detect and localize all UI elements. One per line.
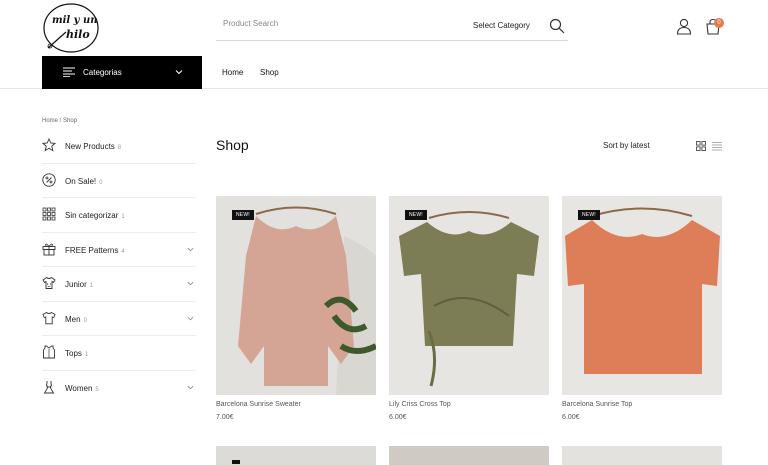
sidebar-item-label: Men xyxy=(65,314,81,324)
sidebar-item-new-products[interactable]: New Products 8 xyxy=(42,129,196,164)
orange-top-image xyxy=(562,196,722,395)
chevron-down-icon[interactable] xyxy=(187,384,194,391)
page-title: Shop xyxy=(216,137,249,153)
sidebar-item-on-sale[interactable]: On Sale! 0 xyxy=(42,164,196,198)
list-view-icon[interactable] xyxy=(712,141,722,151)
nav-link-home[interactable]: Home xyxy=(222,68,243,77)
product-card[interactable] xyxy=(389,446,549,465)
grid-squares-icon xyxy=(42,207,56,221)
star-icon xyxy=(42,138,56,152)
product-card[interactable]: NEW! Barcelona Sunrise Top 6.00€ xyxy=(562,196,722,421)
chevron-down-icon[interactable] xyxy=(187,280,194,287)
product-price: 6.00€ xyxy=(562,414,580,421)
sidebar-item-label: FREE Patterns xyxy=(65,245,119,255)
categories-menu-button[interactable]: Categorias xyxy=(42,56,202,89)
sidebar-item-men[interactable]: Men 0 xyxy=(42,302,196,336)
sidebar-item-label: Women xyxy=(65,383,93,393)
grid-view-icon[interactable] xyxy=(696,141,706,151)
sidebar-item-count: 0 xyxy=(99,179,103,186)
sidebar-item-junior[interactable]: Junior 1 xyxy=(42,267,196,302)
breadcrumb-current: Shop xyxy=(63,118,78,124)
sidebar-item-label: Sin categorizar xyxy=(65,211,119,220)
sidebar-item-count: 0 xyxy=(83,317,87,324)
site-logo[interactable]: mil y un hilo xyxy=(42,2,100,54)
product-card[interactable] xyxy=(562,446,722,465)
new-badge: NEW! xyxy=(578,210,600,220)
cart-count-badge: 0 xyxy=(714,18,724,28)
gift-icon xyxy=(42,243,56,255)
new-badge-partial xyxy=(232,460,240,464)
sidebar-item-label: Junior xyxy=(65,280,87,289)
new-badge: NEW! xyxy=(232,210,254,220)
sidebar-item-count: 1 xyxy=(89,283,94,289)
search-bar: Select Category xyxy=(216,13,568,41)
sidebar-item-label: Tops xyxy=(65,349,82,358)
user-account-icon[interactable] xyxy=(676,18,692,35)
sidebar-item-count: 4 xyxy=(121,248,125,255)
product-image[interactable]: NEW! xyxy=(562,196,722,395)
chevron-down-icon xyxy=(175,70,183,75)
main-navigation: Categorias Home Shop xyxy=(0,56,768,89)
select-category-dropdown[interactable]: Select Category xyxy=(473,21,530,30)
product-price: 7.00€ xyxy=(216,414,234,421)
sidebar-item-count: 5 xyxy=(95,386,99,393)
search-icon[interactable] xyxy=(549,18,565,34)
wrap-top-image xyxy=(389,196,549,395)
header: mil y un hilo Select Category 0 xyxy=(0,0,768,56)
product-card[interactable] xyxy=(216,446,376,465)
breadcrumb-home-link[interactable]: Home xyxy=(42,118,58,124)
search-input[interactable] xyxy=(223,19,453,28)
svg-text:mil y un: mil y un xyxy=(52,15,98,26)
product-card[interactable]: NEW! Barcelona Sunrise Sweater 7.00€ xyxy=(216,196,376,421)
product-name[interactable]: Barcelona Sunrise Top xyxy=(562,401,632,408)
sidebar-item-tops[interactable]: Tops 1 xyxy=(42,336,196,371)
sidebar-item-count: 1 xyxy=(84,352,89,358)
sidebar-item-women[interactable]: Women 5 xyxy=(42,371,196,406)
product-image[interactable]: NEW! xyxy=(389,196,549,395)
chevron-down-icon[interactable] xyxy=(187,315,194,322)
menu-lines-icon xyxy=(63,67,75,77)
svg-text:hilo: hilo xyxy=(66,28,90,41)
nav-link-shop[interactable]: Shop xyxy=(260,68,279,77)
sort-dropdown[interactable]: Sort by latest xyxy=(603,141,650,150)
tshirt-icon xyxy=(42,311,56,324)
sweater-image xyxy=(216,196,376,395)
product-name[interactable]: Lily Criss Cross Top xyxy=(389,401,451,408)
new-badge: NEW! xyxy=(405,210,427,220)
product-card[interactable]: NEW! Lily Criss Cross Top 6.00€ xyxy=(389,196,549,421)
categories-label: Categorias xyxy=(83,68,122,77)
percent-icon xyxy=(42,172,56,187)
sidebar-item-label: On Sale! xyxy=(65,176,97,186)
product-image[interactable]: NEW! xyxy=(216,196,376,395)
baby-shirt-icon xyxy=(42,276,56,289)
product-name[interactable]: Barcelona Sunrise Sweater xyxy=(216,401,301,408)
sidebar-item-count: 1 xyxy=(121,214,125,220)
sidebar-item-free-patterns[interactable]: FREE Patterns 4 xyxy=(42,233,196,267)
product-price: 6.00€ xyxy=(389,414,407,421)
dress-icon xyxy=(43,380,55,393)
chevron-down-icon[interactable] xyxy=(187,246,194,253)
sidebar-item-sin-categorizar[interactable]: Sin categorizar 1 xyxy=(42,198,196,233)
category-sidebar: New Products 8 On Sale! 0 Sin categorizar 1 xyxy=(42,129,196,405)
top-icon xyxy=(43,345,55,359)
sidebar-item-count: 8 xyxy=(117,145,122,151)
breadcrumb: Home / Shop xyxy=(42,118,77,124)
sidebar-item-label: New Products xyxy=(65,142,115,151)
